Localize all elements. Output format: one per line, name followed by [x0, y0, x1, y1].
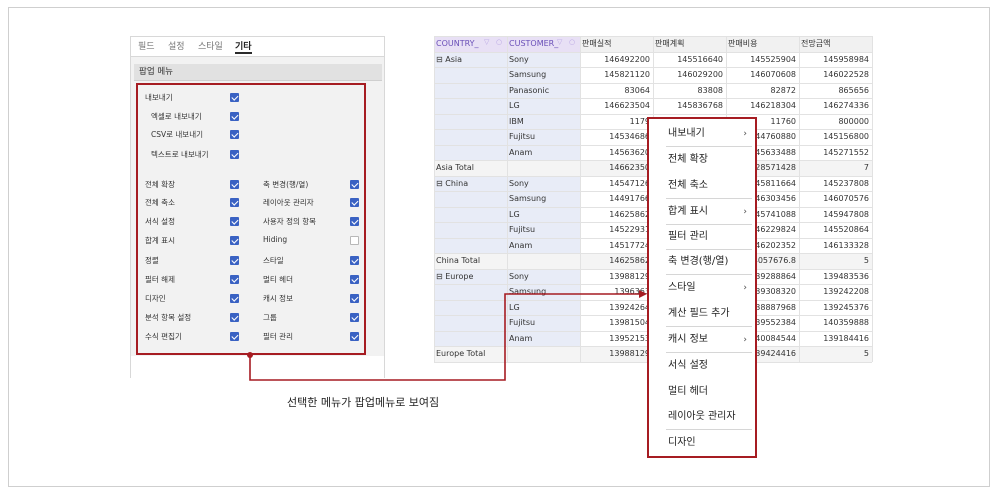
context-menu-label: 전체 확장	[668, 154, 708, 165]
chevron-right-icon: ›	[743, 129, 747, 139]
context-menu-item[interactable]: 전체 축소	[649, 175, 755, 197]
context-menu-item[interactable]: 계산 필드 추가	[649, 303, 755, 325]
context-menu-label: 필터 관리	[668, 231, 708, 242]
menu-separator	[666, 224, 752, 225]
context-menu-label: 축 변경(행/열)	[668, 256, 729, 267]
context-menu-item[interactable]: 멀티 헤더	[649, 381, 755, 403]
context-menu-label: 합계 표시	[668, 206, 708, 217]
context-menu-item[interactable]: 스타일 ›	[649, 277, 755, 299]
chevron-right-icon: ›	[743, 283, 747, 293]
context-menu-item[interactable]: 디자인	[649, 432, 755, 454]
context-menu-item[interactable]: 캐시 정보 ›	[649, 329, 755, 351]
context-menu-label: 스타일	[668, 282, 696, 293]
context-menu-item[interactable]: 내보내기 ›	[649, 123, 755, 145]
caption: 선택한 메뉴가 팝업메뉴로 보여짐	[287, 396, 440, 409]
context-menu-label: 멀티 헤더	[668, 386, 708, 397]
menu-separator	[666, 326, 752, 327]
connector-line	[247, 290, 647, 381]
context-menu-label: 레이아웃 관리자	[668, 411, 736, 422]
context-menu-item[interactable]: 서식 설정	[649, 355, 755, 377]
context-menu-item[interactable]: 축 변경(행/열)	[649, 251, 755, 273]
menu-separator	[666, 146, 752, 147]
context-menu-label: 서식 설정	[668, 360, 708, 371]
context-menu-label: 전체 축소	[668, 180, 708, 191]
menu-separator	[666, 274, 752, 275]
context-menu-label: 계산 필드 추가	[668, 308, 730, 319]
menu-separator	[666, 249, 752, 250]
menu-separator	[666, 352, 752, 353]
context-menu-item[interactable]: 전체 확장	[649, 149, 755, 171]
context-menu-label: 캐시 정보	[668, 334, 708, 345]
context-menu-item[interactable]: 레이아웃 관리자	[649, 406, 755, 428]
context-menu: 내보내기 › 전체 확장전체 축소합계 표시 › 필터 관리축 변경(행/열) 스타일 › 계…	[647, 117, 757, 458]
menu-separator	[666, 198, 752, 199]
context-menu-label: 내보내기	[668, 128, 705, 139]
context-menu-item[interactable]: 필터 관리	[649, 226, 755, 248]
context-menu-label: 디자인	[668, 437, 696, 448]
chevron-right-icon: ›	[743, 207, 747, 217]
chevron-right-icon: ›	[743, 335, 747, 345]
context-menu-item[interactable]: 합계 표시 ›	[649, 201, 755, 223]
menu-separator	[666, 429, 752, 430]
